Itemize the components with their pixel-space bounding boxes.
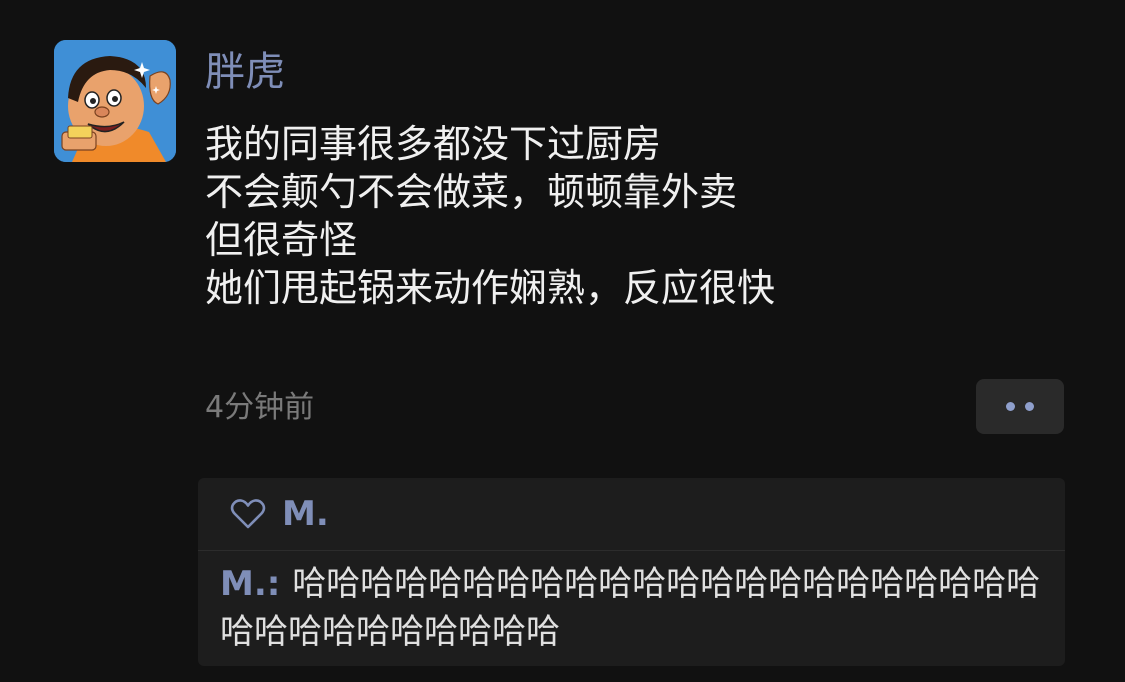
more-options-button[interactable] <box>976 379 1064 434</box>
avatar-illustration <box>54 40 176 162</box>
more-dots-icon <box>1025 402 1034 411</box>
comment-author[interactable]: M. <box>220 564 267 604</box>
interaction-panel: M. M.: 哈哈哈哈哈哈哈哈哈哈哈哈哈哈哈哈哈哈哈哈哈哈哈哈哈哈哈哈哈哈哈哈 <box>198 478 1065 666</box>
heart-outline-icon <box>230 499 266 529</box>
more-dots-icon <box>1006 402 1015 411</box>
liker-name[interactable]: M. <box>282 490 329 538</box>
content-line: 但很奇怪 <box>205 218 358 262</box>
author-name[interactable]: 胖虎 <box>205 44 285 100</box>
post-content: 我的同事很多都没下过厨房 不会颠勺不会做菜，顿顿靠外卖 但很奇怪 她们甩起锅来动… <box>205 120 1085 312</box>
likes-row: M. <box>198 478 1065 551</box>
content-line: 不会颠勺不会做菜，顿顿靠外卖 <box>205 170 738 214</box>
comment-text: 哈哈哈哈哈哈哈哈哈哈哈哈哈哈哈哈哈哈哈哈哈哈哈哈哈哈哈哈哈哈哈哈 <box>220 564 1041 652</box>
avatar[interactable] <box>54 40 176 162</box>
content-line: 我的同事很多都没下过厨房 <box>205 122 662 166</box>
comment-separator: : <box>266 564 293 604</box>
content-line: 她们甩起锅来动作娴熟，反应很快 <box>205 266 776 310</box>
post-timestamp: 4分钟前 <box>205 390 315 425</box>
moments-post: 胖虎 我的同事很多都没下过厨房 不会颠勺不会做菜，顿顿靠外卖 但很奇怪 她们甩起… <box>0 0 1125 682</box>
comment-item[interactable]: M.: 哈哈哈哈哈哈哈哈哈哈哈哈哈哈哈哈哈哈哈哈哈哈哈哈哈哈哈哈哈哈哈哈 <box>220 560 1050 656</box>
